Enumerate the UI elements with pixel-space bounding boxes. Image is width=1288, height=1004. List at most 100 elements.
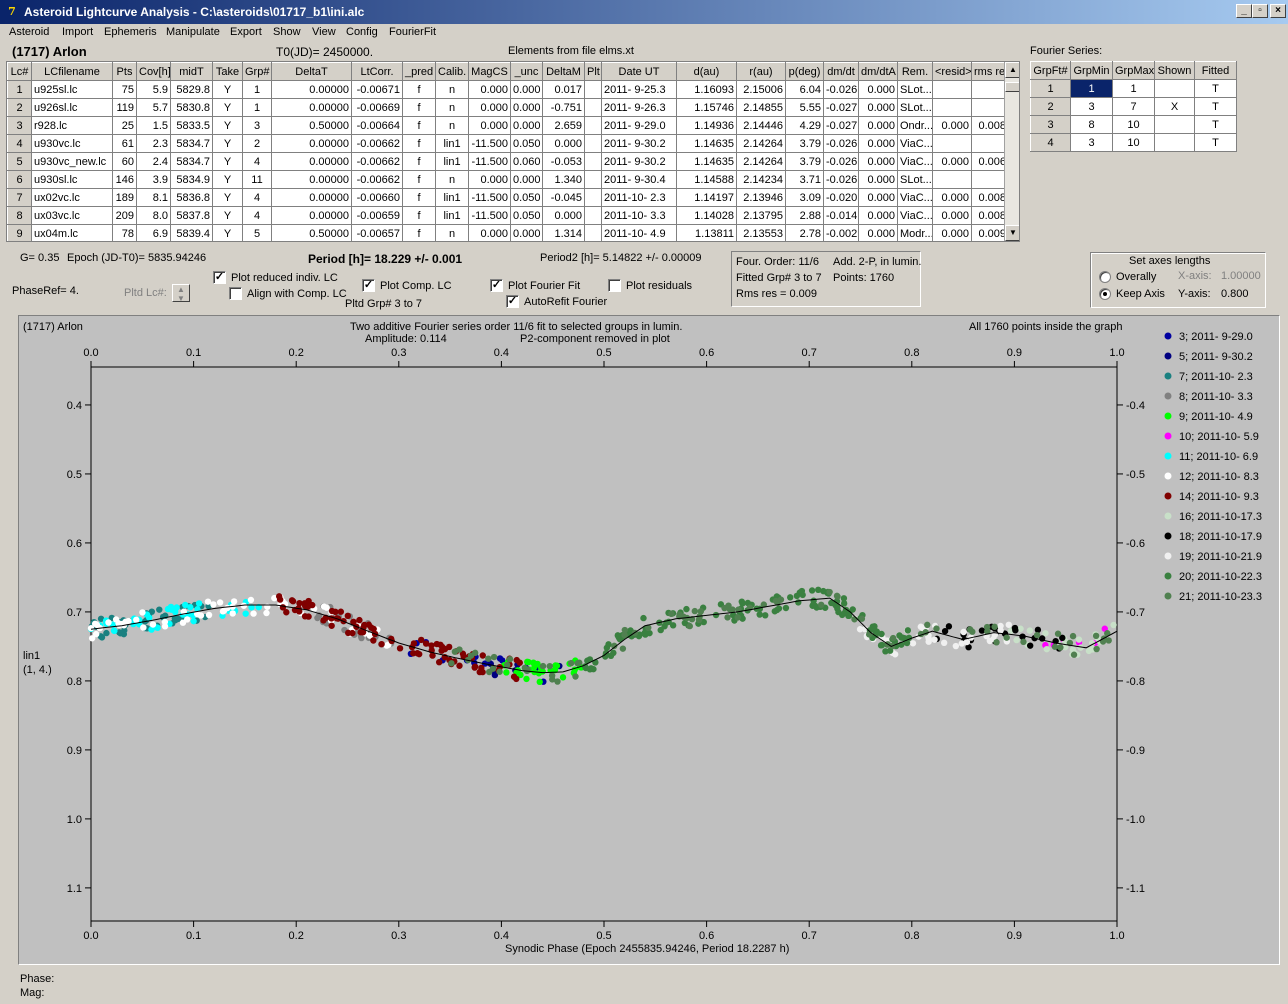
fourier-cell[interactable]: T bbox=[1194, 133, 1237, 152]
plot-comp-checkbox[interactable]: ✓ Plot Comp. LC bbox=[362, 279, 452, 292]
lc-cell[interactable]: 0.060 bbox=[510, 152, 543, 171]
lc-cell[interactable]: 2011-10- 3.3 bbox=[601, 206, 677, 225]
lc-cell[interactable]: 6.04 bbox=[785, 80, 824, 99]
fourier-cell[interactable] bbox=[1154, 79, 1195, 98]
fourier-table-row[interactable]: 4 3 10 T bbox=[1030, 133, 1237, 152]
lc-cell[interactable]: ViaC... bbox=[897, 152, 933, 171]
lc-cell[interactable]: -0.014 bbox=[823, 206, 859, 225]
lc-cell[interactable]: n bbox=[435, 170, 469, 189]
lc-cell[interactable]: u930vc.lc bbox=[31, 134, 113, 153]
lc-col-header[interactable]: p(deg) bbox=[785, 62, 824, 81]
lc-col-header[interactable]: Calib. bbox=[435, 62, 469, 81]
lightcurve-plot[interactable]: 0.0 0.0 0.1 0.1 0.2 0.2 0.3 0.3 0.4 0.4 0.5 0.5 0.6 0… bbox=[19, 316, 1281, 966]
fourier-col-header[interactable]: GrpMin bbox=[1070, 61, 1113, 80]
fourier-cell[interactable]: 1 bbox=[1070, 79, 1113, 98]
lc-cell[interactable]: 2.4 bbox=[136, 152, 171, 171]
lc-cell[interactable]: -0.00662 bbox=[351, 170, 403, 189]
lc-cell[interactable]: 2.14264 bbox=[736, 152, 786, 171]
lc-cell[interactable]: 0.008 bbox=[971, 188, 1009, 207]
lc-cell[interactable]: 75 bbox=[112, 80, 137, 99]
lc-cell[interactable]: 5.55 bbox=[785, 98, 824, 117]
lightcurve-plot-panel[interactable]: 0.0 0.0 0.1 0.1 0.2 0.2 0.3 0.3 0.4 0.4 0.5 0.5 0.6 0… bbox=[18, 315, 1280, 965]
lc-cell[interactable]: 5837.8 bbox=[170, 206, 213, 225]
plot-fourier-checkbox[interactable]: ✓ Plot Fourier Fit bbox=[490, 279, 580, 292]
lc-cell[interactable]: -0.00659 bbox=[351, 206, 403, 225]
lc-cell[interactable]: -11.500 bbox=[468, 206, 511, 225]
lc-row-header[interactable]: 4 bbox=[7, 134, 32, 153]
menu-import[interactable]: Import bbox=[62, 26, 93, 38]
lc-cell[interactable]: 5834.7 bbox=[170, 152, 213, 171]
lc-cell[interactable]: 0.000 bbox=[542, 206, 585, 225]
lc-table-row[interactable]: 2 u926sl.lc 119 5.7 5830.8 Y 1 0.00000 -0.00669 f… bbox=[7, 98, 1009, 117]
lc-cell[interactable]: -0.026 bbox=[823, 152, 859, 171]
lc-cell[interactable]: 2011-10- 4.9 bbox=[601, 224, 677, 241]
fourier-cell[interactable] bbox=[1154, 133, 1195, 152]
lc-cell[interactable]: 0.008 bbox=[971, 206, 1009, 225]
fourier-cell[interactable]: 3 bbox=[1070, 97, 1113, 116]
lc-cell[interactable]: -0.00662 bbox=[351, 152, 403, 171]
lc-cell[interactable]: 5834.9 bbox=[170, 170, 213, 189]
lc-cell[interactable]: 0.000 bbox=[858, 134, 898, 153]
lc-cell[interactable]: 1 bbox=[242, 98, 272, 117]
lc-cell[interactable]: -0.026 bbox=[823, 80, 859, 99]
lc-col-header[interactable]: r(au) bbox=[736, 62, 786, 81]
menu-ephemeris[interactable]: Ephemeris bbox=[104, 26, 157, 38]
lc-cell[interactable]: Modr... bbox=[897, 224, 933, 241]
fourier-row-header[interactable]: 1 bbox=[1030, 79, 1071, 98]
lc-table-row[interactable]: 8 ux03vc.lc 209 8.0 5837.8 Y 4 0.00000 -0.00659 f… bbox=[7, 206, 1009, 225]
fourier-cell[interactable]: 1 bbox=[1112, 79, 1155, 98]
lc-cell[interactable]: 1.14028 bbox=[676, 206, 737, 225]
lc-cell[interactable]: 0.000 bbox=[858, 224, 898, 241]
keep-axis-radio[interactable]: Keep Axis bbox=[1099, 288, 1165, 300]
lc-cell[interactable]: -0.027 bbox=[823, 98, 859, 117]
lc-cell[interactable]: 0.000 bbox=[468, 224, 511, 241]
lc-cell[interactable]: 0.000 bbox=[858, 116, 898, 135]
lc-cell[interactable]: 3.71 bbox=[785, 170, 824, 189]
lc-col-header[interactable]: LtCorr. bbox=[351, 62, 403, 81]
lc-col-header[interactable]: Cov[h] bbox=[136, 62, 171, 81]
lc-cell[interactable]: 0.000 bbox=[468, 116, 511, 135]
scroll-up-icon[interactable]: ▲ bbox=[1005, 62, 1019, 78]
lc-cell[interactable]: 3.9 bbox=[136, 170, 171, 189]
lc-cell[interactable]: -0.00660 bbox=[351, 188, 403, 207]
lc-row-header[interactable]: 7 bbox=[7, 188, 32, 207]
lc-row-header[interactable]: 1 bbox=[7, 80, 32, 99]
lc-cell[interactable]: 0.50000 bbox=[271, 116, 352, 135]
lc-cell[interactable]: 1 bbox=[242, 80, 272, 99]
lc-table-row[interactable]: 3 r928.lc 25 1.5 5833.5 Y 3 0.50000 -0.00664 f n 0.… bbox=[7, 116, 1009, 135]
lc-cell[interactable]: 1.13811 bbox=[676, 224, 737, 241]
lc-cell[interactable]: -0.002 bbox=[823, 224, 859, 241]
lc-cell[interactable]: 0.000 bbox=[510, 80, 543, 99]
lc-cell[interactable]: 2.14855 bbox=[736, 98, 786, 117]
lc-col-header[interactable]: Date UT bbox=[601, 62, 677, 81]
lc-cell[interactable]: 119 bbox=[112, 98, 137, 117]
lc-cell[interactable]: 78 bbox=[112, 224, 137, 241]
lc-cell[interactable]: Y bbox=[212, 152, 243, 171]
lc-cell[interactable]: -0.00657 bbox=[351, 224, 403, 241]
lc-cell[interactable]: 2011- 9-25.3 bbox=[601, 80, 677, 99]
lc-cell[interactable]: 5839.4 bbox=[170, 224, 213, 241]
lc-cell[interactable] bbox=[584, 206, 602, 225]
lc-cell[interactable]: 1.14635 bbox=[676, 152, 737, 171]
lc-cell[interactable]: u925sl.lc bbox=[31, 80, 113, 99]
lc-cell[interactable]: 4 bbox=[242, 188, 272, 207]
lc-cell[interactable]: 0.000 bbox=[510, 170, 543, 189]
lc-cell[interactable]: ux04m.lc bbox=[31, 224, 113, 241]
lc-cell[interactable]: u930vc_new.lc bbox=[31, 152, 113, 171]
lc-row-header[interactable]: 8 bbox=[7, 206, 32, 225]
lc-cell[interactable]: 0.00000 bbox=[271, 80, 352, 99]
lc-col-header[interactable]: DeltaM bbox=[542, 62, 585, 81]
lc-col-header[interactable]: d(au) bbox=[676, 62, 737, 81]
fourier-cell[interactable]: T bbox=[1194, 97, 1237, 116]
lc-cell[interactable]: SLot... bbox=[897, 170, 933, 189]
lc-table-row[interactable]: 9 ux04m.lc 78 6.9 5839.4 Y 5 0.50000 -0.00657 f n 0… bbox=[7, 224, 1009, 241]
lc-cell[interactable]: ViaC... bbox=[897, 206, 933, 225]
lc-cell[interactable]: 1.340 bbox=[542, 170, 585, 189]
lc-cell[interactable]: n bbox=[435, 80, 469, 99]
lc-cell[interactable]: 5836.8 bbox=[170, 188, 213, 207]
lc-cell[interactable]: 11 bbox=[242, 170, 272, 189]
lc-cell[interactable]: 0.000 bbox=[468, 80, 511, 99]
lc-cell[interactable]: 0.000 bbox=[858, 188, 898, 207]
lc-cell[interactable]: Y bbox=[212, 188, 243, 207]
pltd-lc-spinner[interactable]: ▲ ▼ bbox=[172, 284, 190, 303]
